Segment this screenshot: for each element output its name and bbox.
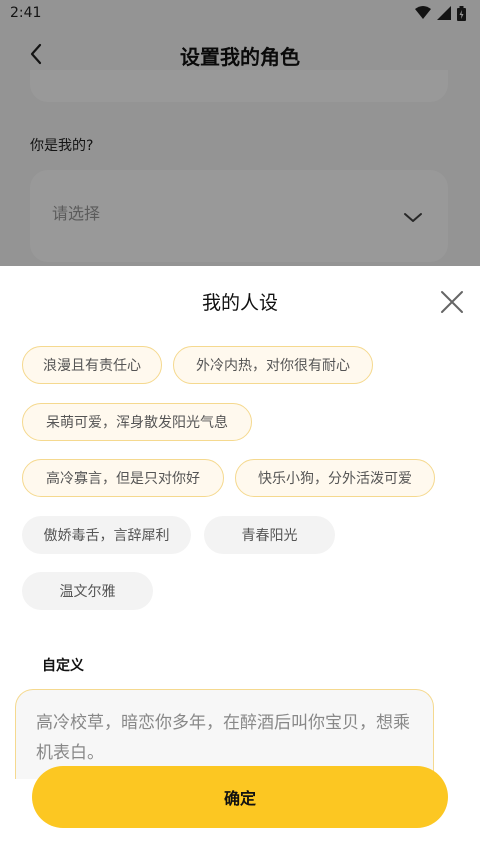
tag-item[interactable]: 温文尔雅 [22,572,153,610]
tag-item[interactable]: 浪漫且有责任心 [22,346,162,384]
close-icon [441,291,463,313]
confirm-button[interactable]: 确定 [32,766,448,828]
close-button[interactable] [438,288,466,316]
persona-sheet: 我的人设 浪漫且有责任心 外冷内热，对你很有耐心 呆萌可爱，浑身散发阳光气息 高… [0,266,480,853]
tag-item[interactable]: 高冷寡言，但是只对你好 [22,459,224,497]
custom-label: 自定义 [42,658,84,674]
tag-item[interactable]: 外冷内热，对你很有耐心 [173,346,373,384]
tag-item[interactable]: 呆萌可爱，浑身散发阳光气息 [22,403,252,441]
tag-item[interactable]: 快乐小狗，分外活泼可爱 [235,459,435,497]
tag-item[interactable]: 青春阳光 [204,516,335,554]
sheet-title: 我的人设 [201,292,278,314]
tag-item[interactable]: 傲娇毒舌，言辞犀利 [22,516,191,554]
